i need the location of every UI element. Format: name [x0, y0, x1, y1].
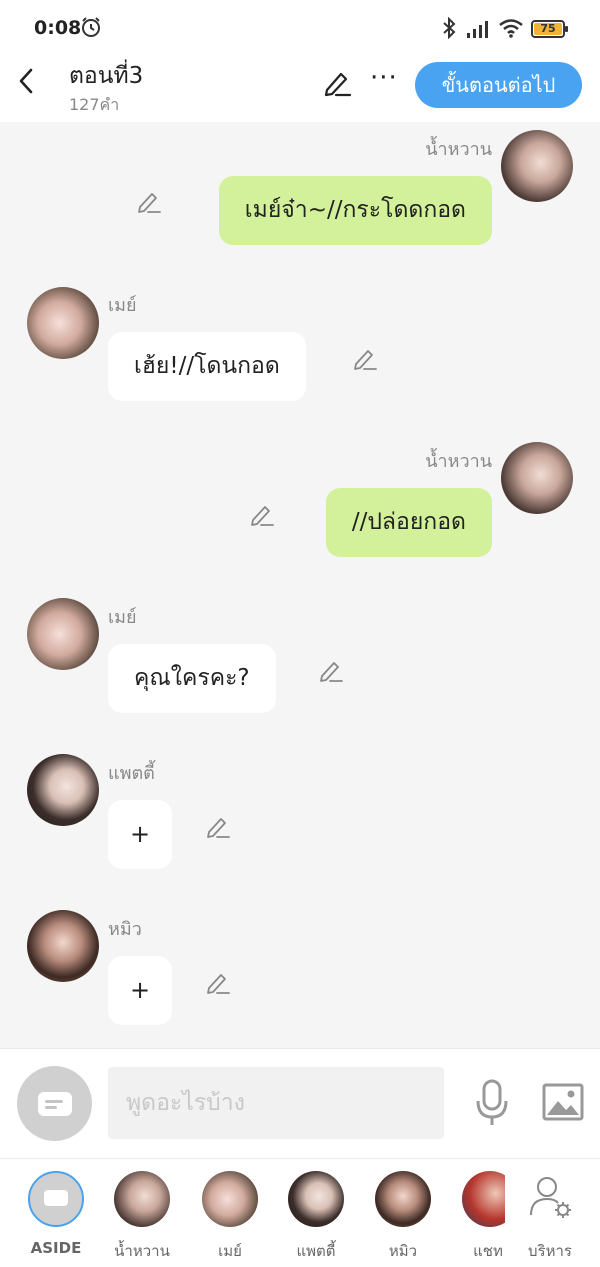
sender-name: หมิว	[108, 919, 142, 940]
message-input[interactable]	[108, 1067, 444, 1139]
add-message-button[interactable]: +	[108, 800, 172, 869]
header: ตอนที่3 127คำ ··· ขั้นตอนต่อไป	[0, 58, 600, 122]
character-item-miw[interactable]: หมิว	[360, 1169, 446, 1264]
avatar-namwan[interactable]	[501, 130, 573, 202]
edit-message-icon[interactable]	[205, 969, 231, 995]
manage-button[interactable]: บริหาร	[505, 1169, 595, 1264]
avatar-mei	[202, 1171, 258, 1227]
aside-glyph	[44, 1190, 68, 1206]
microphone-icon[interactable]	[473, 1079, 511, 1127]
status-bar: 0:08 75	[0, 0, 600, 58]
word-count: 127คำ	[69, 95, 120, 114]
character-item-aside[interactable]: ASIDE	[13, 1169, 99, 1264]
edit-message-icon[interactable]	[136, 188, 162, 214]
wifi-icon	[499, 19, 523, 38]
message-bubble[interactable]: //ปล่อยกอด	[325, 488, 492, 557]
more-options-icon[interactable]: ···	[370, 65, 398, 91]
signal-icon	[467, 21, 488, 38]
edit-message-icon[interactable]	[205, 813, 231, 839]
avatar-namwan[interactable]	[501, 442, 573, 514]
character-label: เมย์	[218, 1242, 242, 1260]
character-label: น้ำหวาน	[114, 1242, 170, 1260]
back-arrow-icon[interactable]	[16, 68, 38, 94]
chapter-title: ตอนที่3	[69, 63, 144, 89]
character-label: หมิว	[388, 1242, 418, 1260]
message-bubble[interactable]: เฮ้ย!//โดนกอด	[108, 332, 306, 401]
sender-name: น้ำหวาน	[425, 139, 492, 160]
aside-icon-line	[45, 1106, 57, 1109]
character-label: แพตตี้	[296, 1242, 336, 1260]
edit-message-icon[interactable]	[318, 657, 344, 683]
avatar-mei[interactable]	[27, 287, 99, 359]
bluetooth-icon	[443, 17, 456, 39]
sender-name: น้ำหวาน	[425, 451, 492, 472]
avatar-miw	[375, 1171, 431, 1227]
avatar-namwan	[114, 1171, 170, 1227]
status-time: 0:08	[34, 17, 82, 39]
aside-icon-line	[45, 1100, 63, 1103]
alarm-icon	[82, 17, 100, 37]
character-item-party[interactable]: แพตตี้	[273, 1169, 359, 1264]
manage-user-icon	[530, 1177, 571, 1218]
character-bar: ASIDE น้ำหวาน เมย์ แพตตี้ หมิว แชท บริหา…	[0, 1158, 600, 1267]
image-icon[interactable]	[542, 1083, 584, 1121]
avatar-party[interactable]	[27, 754, 99, 826]
aside-toggle-button[interactable]	[17, 1066, 92, 1141]
character-label: บริหาร	[528, 1242, 572, 1260]
aside-icon	[38, 1092, 72, 1116]
next-step-button[interactable]: ขั้นตอนต่อไป	[415, 62, 582, 108]
avatar-party	[288, 1171, 344, 1227]
battery-icon: 75	[531, 20, 568, 38]
edit-pencil-icon[interactable]	[322, 68, 352, 98]
avatar-mei[interactable]	[27, 598, 99, 670]
aside-icon	[28, 1171, 84, 1227]
character-item-namwan[interactable]: น้ำหวาน	[99, 1169, 185, 1264]
avatar-miw[interactable]	[27, 910, 99, 982]
add-message-button[interactable]: +	[108, 956, 172, 1025]
character-label: แชท	[473, 1242, 503, 1260]
character-label: ASIDE	[30, 1239, 82, 1257]
character-item-chat[interactable]: แชท	[445, 1169, 505, 1264]
input-bar	[0, 1048, 600, 1158]
sender-name: เมย์	[108, 295, 137, 316]
avatar-chat	[462, 1171, 505, 1227]
sender-name: แพตตี้	[108, 763, 155, 784]
battery-level: 75	[534, 23, 562, 35]
sender-name: เมย์	[108, 607, 137, 628]
message-bubble[interactable]: เมย์จ๋า~//กระโดดกอด	[218, 176, 492, 245]
edit-message-icon[interactable]	[249, 501, 275, 527]
message-bubble[interactable]: คุณใครคะ?	[108, 644, 276, 713]
edit-message-icon[interactable]	[352, 345, 378, 371]
chat-area[interactable]: น้ำหวาน เมย์จ๋า~//กระโดดกอด เมย์ เฮ้ย!//…	[0, 122, 600, 1048]
character-item-mei[interactable]: เมย์	[187, 1169, 273, 1264]
